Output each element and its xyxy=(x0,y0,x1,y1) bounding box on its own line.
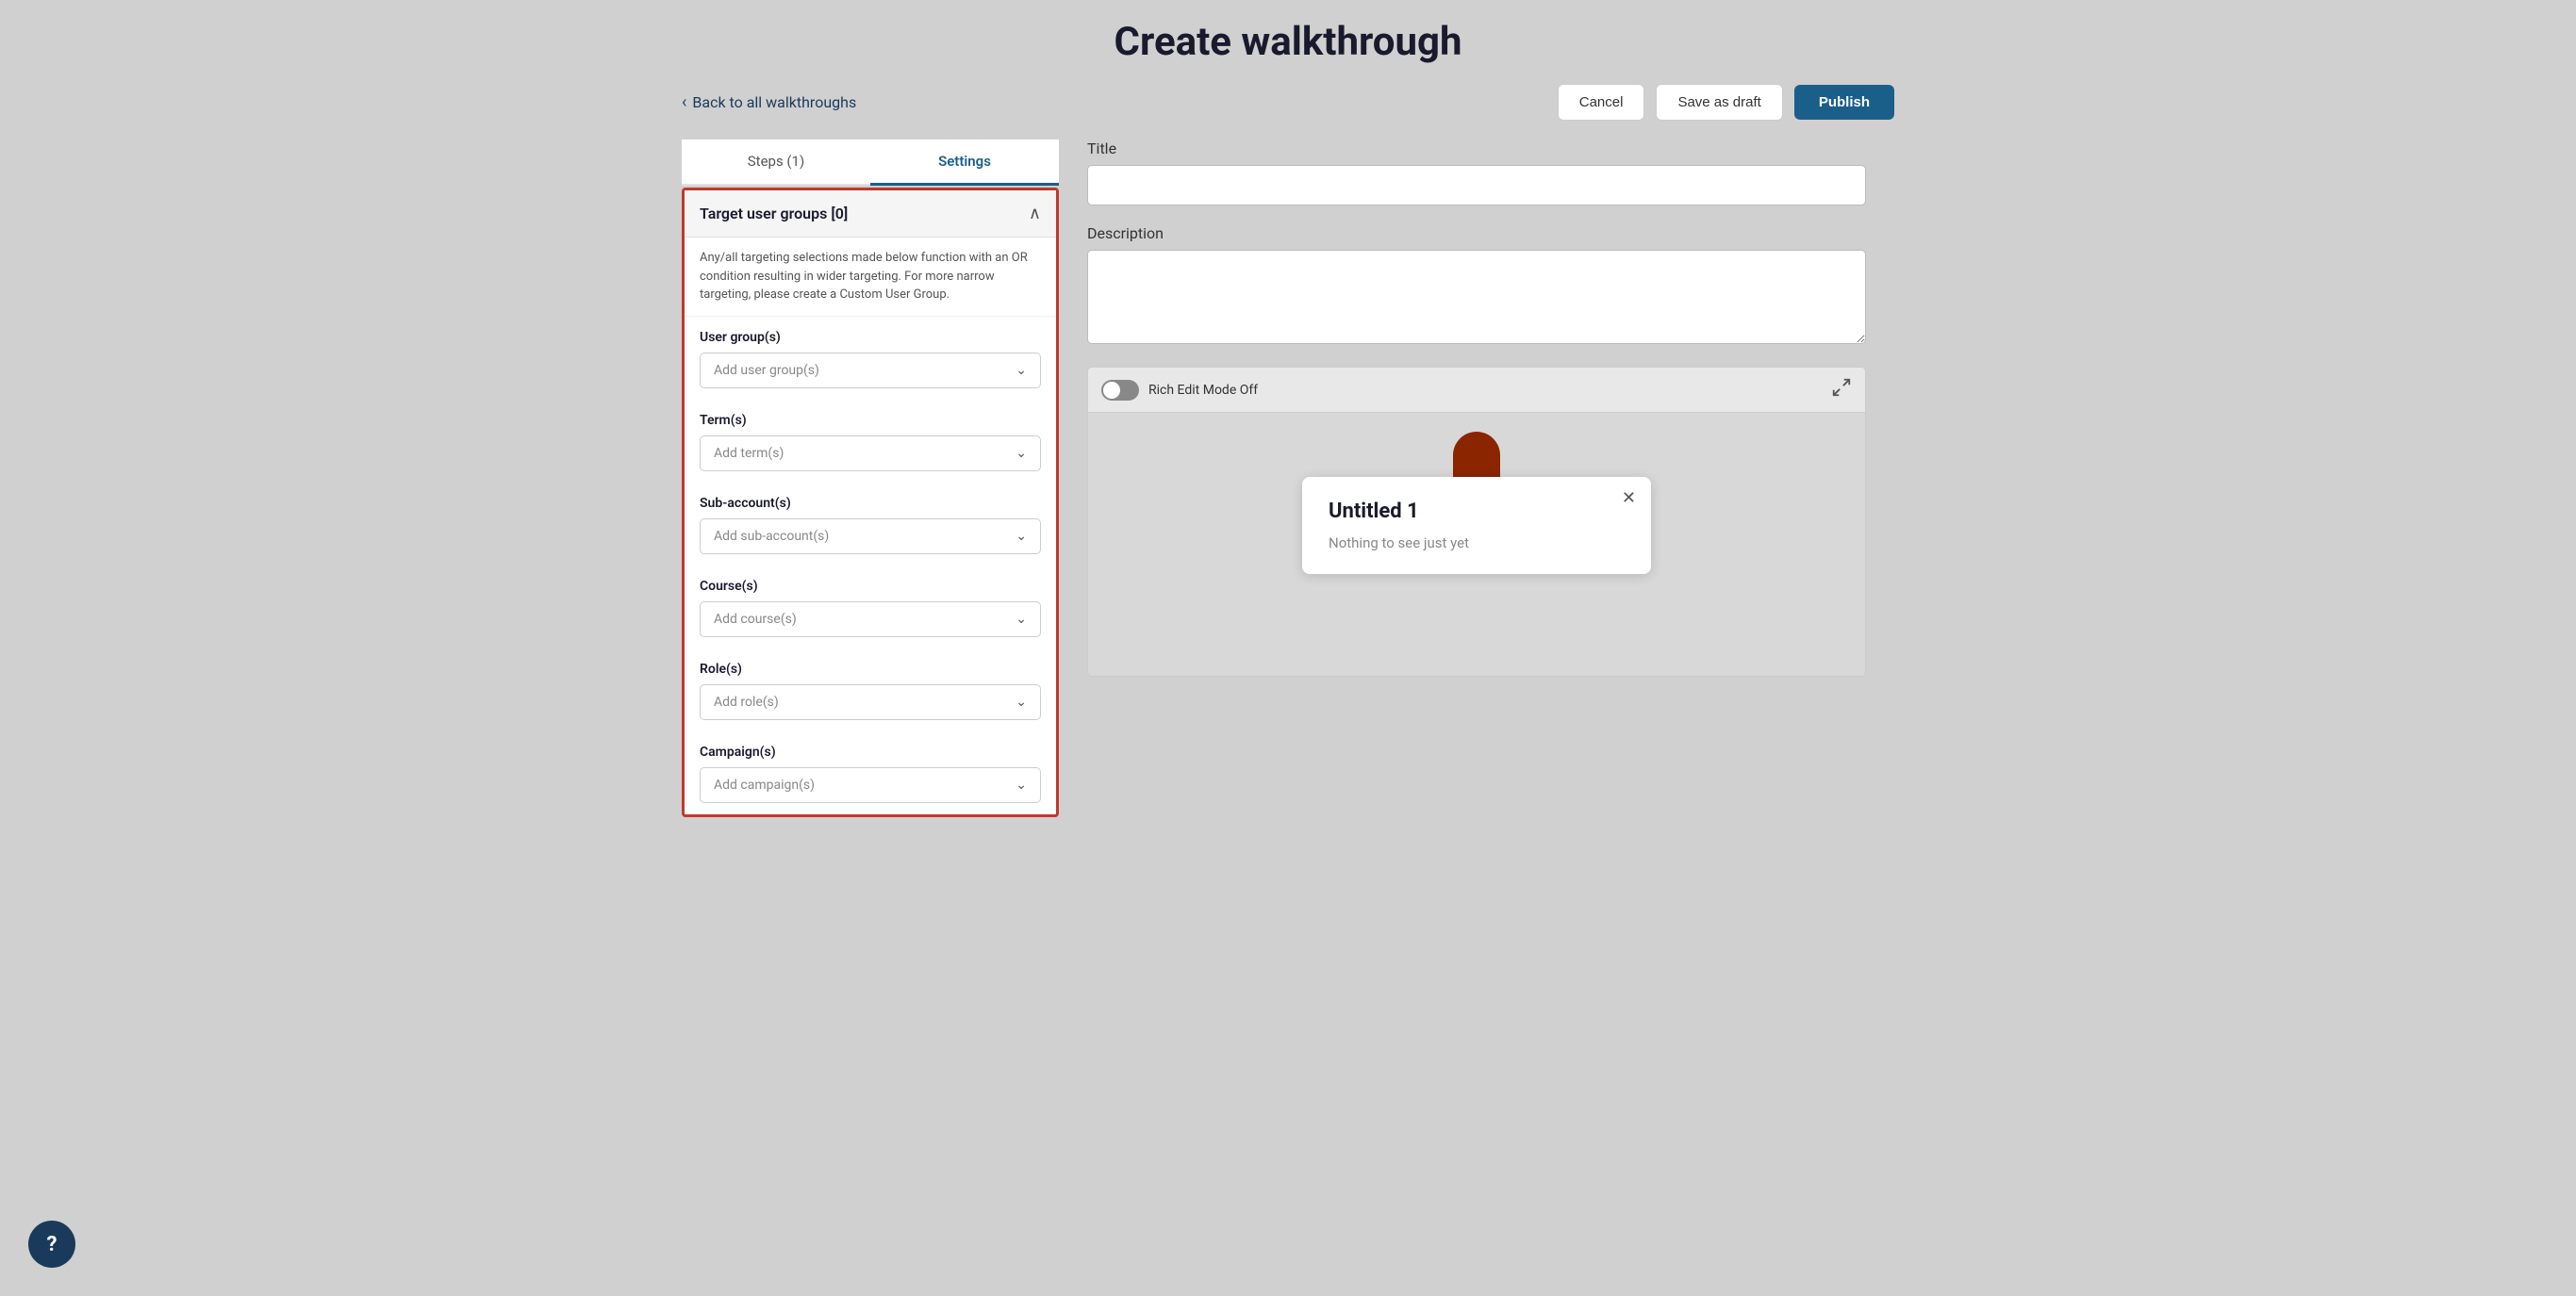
description-label: Description xyxy=(1087,224,1866,242)
tab-steps[interactable]: Steps (1) xyxy=(682,139,870,186)
description-input[interactable] xyxy=(1087,250,1866,344)
chevron-down-icon: ⌄ xyxy=(1016,446,1027,461)
target-user-groups-panel: Target user groups [0] ∧ Any/all targeti… xyxy=(682,188,1059,817)
rich-edit-bar: Rich Edit Mode Off xyxy=(1087,367,1866,413)
rich-edit-toggle[interactable] xyxy=(1101,380,1139,401)
question-mark-icon: ? xyxy=(47,1233,58,1256)
user-groups-label: User group(s) xyxy=(700,330,1041,345)
courses-section: Course(s) Add course(s) ⌄ xyxy=(685,566,1056,648)
cancel-button[interactable]: Cancel xyxy=(1558,84,1645,121)
terms-placeholder: Add term(s) xyxy=(714,446,784,461)
title-field-group: Title xyxy=(1087,139,1866,205)
terms-dropdown[interactable]: Add term(s) ⌄ xyxy=(700,435,1041,471)
chevron-down-icon: ⌄ xyxy=(1016,529,1027,544)
expand-icon[interactable] xyxy=(1831,377,1852,402)
title-input[interactable] xyxy=(1087,165,1866,205)
publish-button[interactable]: Publish xyxy=(1794,85,1894,120)
campaigns-placeholder: Add campaign(s) xyxy=(714,778,815,793)
subaccounts-section: Sub-account(s) Add sub-account(s) ⌄ xyxy=(685,483,1056,566)
target-panel-description: Any/all targeting selections made below … xyxy=(685,238,1056,317)
courses-dropdown[interactable]: Add course(s) ⌄ xyxy=(700,601,1041,637)
right-panel: Title Description Rich Edit Mode Off xyxy=(1059,139,1894,817)
chevron-left-icon: ‹ xyxy=(682,92,686,112)
page-title: Create walkthrough xyxy=(682,19,1894,65)
user-groups-placeholder: Add user group(s) xyxy=(714,363,819,378)
campaigns-dropdown[interactable]: Add campaign(s) ⌄ xyxy=(700,767,1041,803)
card-title: Untitled 1 xyxy=(1329,500,1625,523)
roles-placeholder: Add role(s) xyxy=(714,695,779,710)
chevron-down-icon: ⌄ xyxy=(1016,695,1027,710)
avatar xyxy=(1453,432,1500,479)
chevron-down-icon: ⌄ xyxy=(1016,363,1027,378)
tab-settings[interactable]: Settings xyxy=(870,139,1059,186)
campaigns-section: Campaign(s) Add campaign(s) ⌄ xyxy=(685,731,1056,814)
subaccounts-dropdown[interactable]: Add sub-account(s) ⌄ xyxy=(700,518,1041,554)
roles-label: Role(s) xyxy=(700,662,1041,677)
user-groups-section: User group(s) Add user group(s) ⌄ xyxy=(685,317,1056,400)
rich-edit-toggle-group: Rich Edit Mode Off xyxy=(1101,380,1258,401)
courses-placeholder: Add course(s) xyxy=(714,612,797,627)
left-panel: Steps (1) Settings Target user groups [0… xyxy=(682,139,1059,817)
top-actions: Cancel Save as draft Publish xyxy=(1558,84,1894,121)
main-content: Steps (1) Settings Target user groups [0… xyxy=(682,139,1894,817)
back-label: Back to all walkthroughs xyxy=(692,93,856,111)
tabs-bar: Steps (1) Settings xyxy=(682,139,1059,186)
courses-label: Course(s) xyxy=(700,579,1041,594)
terms-label: Term(s) xyxy=(700,413,1041,428)
chevron-down-icon: ⌄ xyxy=(1016,612,1027,627)
rich-edit-label: Rich Edit Mode Off xyxy=(1148,383,1258,398)
toggle-knob xyxy=(1103,382,1120,399)
user-groups-dropdown[interactable]: Add user group(s) ⌄ xyxy=(700,353,1041,388)
description-field-group: Description xyxy=(1087,224,1866,348)
top-bar: ‹ Back to all walkthroughs Cancel Save a… xyxy=(682,84,1894,121)
roles-dropdown[interactable]: Add role(s) ⌄ xyxy=(700,684,1041,720)
card-body: Nothing to see just yet xyxy=(1329,534,1625,551)
campaigns-label: Campaign(s) xyxy=(700,745,1041,760)
subaccounts-label: Sub-account(s) xyxy=(700,496,1041,511)
target-panel-header: Target user groups [0] ∧ xyxy=(685,190,1056,238)
back-link[interactable]: ‹ Back to all walkthroughs xyxy=(682,92,856,112)
subaccounts-placeholder: Add sub-account(s) xyxy=(714,529,829,544)
terms-section: Term(s) Add term(s) ⌄ xyxy=(685,400,1056,483)
chevron-down-icon: ⌄ xyxy=(1016,778,1027,793)
title-label: Title xyxy=(1087,139,1866,157)
collapse-icon[interactable]: ∧ xyxy=(1029,204,1041,223)
close-icon[interactable]: ✕ xyxy=(1622,488,1636,508)
save-draft-button[interactable]: Save as draft xyxy=(1656,84,1782,121)
roles-section: Role(s) Add role(s) ⌄ xyxy=(685,648,1056,731)
preview-area: ✕ Untitled 1 Nothing to see just yet xyxy=(1087,413,1866,677)
target-panel-title: Target user groups [0] xyxy=(700,205,848,222)
help-button[interactable]: ? xyxy=(28,1221,75,1268)
walkthrough-card: ✕ Untitled 1 Nothing to see just yet xyxy=(1302,477,1651,574)
